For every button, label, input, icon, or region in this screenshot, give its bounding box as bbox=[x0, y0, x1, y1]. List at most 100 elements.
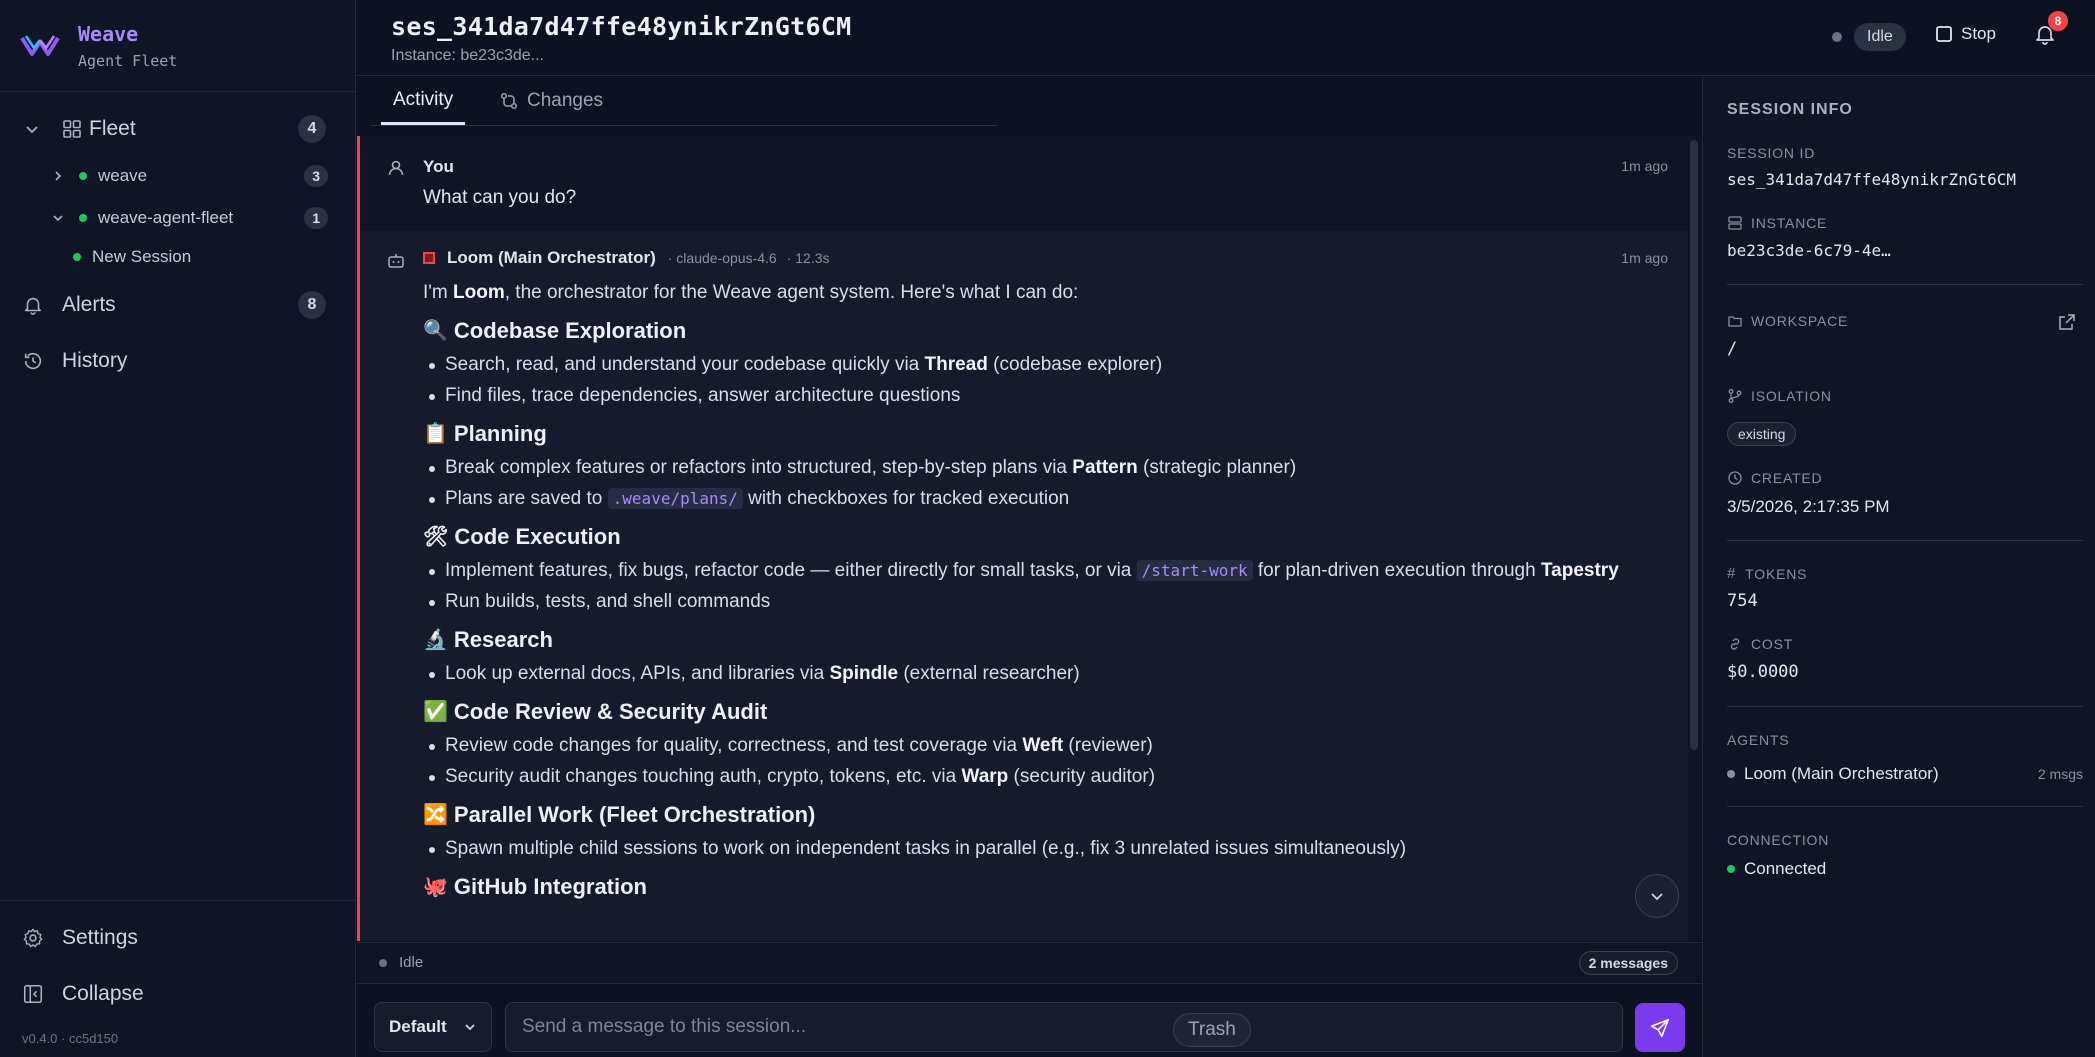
collapse-button[interactable]: Collapse bbox=[0, 979, 356, 1009]
message-input[interactable] bbox=[505, 1002, 1623, 1052]
alerts-label: Alerts bbox=[62, 293, 116, 316]
sidebar-item-history[interactable]: History bbox=[0, 346, 356, 376]
sidebar-item-new-session[interactable]: New Session bbox=[0, 244, 356, 270]
stop-icon bbox=[1936, 26, 1952, 42]
sidebar-item-alerts[interactable]: Alerts 8 bbox=[0, 290, 356, 320]
section-heading: 🐙 GitHub Integration bbox=[423, 874, 647, 899]
settings-label: Settings bbox=[62, 926, 138, 949]
assistant-message: Loom (Main Orchestrator) · claude-opus-4… bbox=[360, 231, 1688, 941]
connection-value: Connected bbox=[1744, 859, 1827, 878]
notification-count-badge: 8 bbox=[2048, 11, 2068, 31]
history-icon bbox=[24, 352, 42, 370]
section-heading: 🔍 Codebase Exploration bbox=[423, 318, 687, 343]
session-tabs: Activity Changes bbox=[357, 77, 1702, 127]
online-dot bbox=[79, 214, 87, 222]
chevron-down-icon bbox=[1651, 893, 1663, 901]
external-link-icon[interactable] bbox=[2057, 312, 2077, 332]
list-item: Implement features, fix bugs, refactor c… bbox=[423, 557, 1673, 585]
weave-logo-icon bbox=[18, 24, 62, 68]
bullet-list: Search, read, and understand your codeba… bbox=[423, 351, 1673, 410]
scroll-to-bottom-button[interactable] bbox=[1635, 874, 1679, 918]
tab-changes[interactable]: Changes bbox=[491, 77, 611, 125]
list-item: Break complex features or refactors into… bbox=[423, 454, 1673, 482]
status-dot bbox=[379, 959, 387, 967]
brand[interactable]: Weave Agent Fleet bbox=[0, 0, 355, 92]
fleet-label: Fleet bbox=[89, 117, 136, 140]
project-label: weave bbox=[98, 166, 148, 185]
new-session-label: New Session bbox=[92, 247, 192, 266]
clock-icon bbox=[1728, 471, 1742, 485]
online-dot bbox=[73, 253, 81, 261]
isolation-label: ISOLATION bbox=[1727, 388, 1832, 404]
tab-label: Changes bbox=[527, 90, 604, 111]
isolation-badge: existing bbox=[1727, 422, 1797, 446]
connection-label: CONNECTION bbox=[1727, 832, 1830, 848]
chevron-down-icon bbox=[465, 1024, 475, 1031]
link-icon bbox=[1730, 638, 1740, 650]
tokens-label: # TOKENS bbox=[1727, 565, 1808, 582]
grid-icon bbox=[63, 120, 81, 138]
list-item: Look up external docs, APIs, and librari… bbox=[423, 660, 1673, 688]
message-body: I'm Loom, the orchestrator for the Weave… bbox=[423, 279, 1673, 907]
list-item: Review code changes for quality, correct… bbox=[423, 732, 1673, 760]
panel-title: SESSION INFO bbox=[1727, 101, 1853, 118]
tab-activity[interactable]: Activity bbox=[381, 77, 466, 125]
agent-dot bbox=[1727, 770, 1735, 778]
agent-msg-count: 2 msgs bbox=[2037, 766, 2083, 782]
sidebar: Weave Agent Fleet Fleet 4 weave 3 weave-… bbox=[0, 0, 356, 1057]
message-author: You bbox=[423, 157, 454, 176]
collapse-label: Collapse bbox=[62, 982, 144, 1005]
sidebar-item-fleet[interactable]: Fleet 4 bbox=[0, 114, 356, 144]
composer: Default bbox=[357, 983, 1702, 1057]
message-time: 1m ago bbox=[1621, 158, 1668, 174]
sidebar-footer bbox=[0, 900, 356, 901]
list-item: Run builds, tests, and shell commands bbox=[423, 588, 1673, 616]
project-label: weave-agent-fleet bbox=[98, 208, 234, 227]
status-badge: Idle bbox=[1854, 23, 1906, 51]
chevron-right-icon[interactable] bbox=[52, 170, 64, 182]
history-label: History bbox=[62, 349, 128, 372]
fleet-count-badge: 4 bbox=[298, 115, 326, 143]
send-icon bbox=[1650, 1018, 1670, 1037]
created-value: 3/5/2026, 2:17:35 PM bbox=[1727, 497, 1890, 516]
settings-button[interactable]: Settings bbox=[0, 923, 356, 953]
created-label: CREATED bbox=[1727, 470, 1822, 486]
sidebar-item-weave[interactable]: weave 3 bbox=[0, 163, 356, 189]
git-compare-icon bbox=[500, 92, 518, 110]
agent-color-square-icon bbox=[423, 252, 435, 264]
agent-select[interactable]: Default bbox=[374, 1002, 492, 1052]
chevron-down-icon[interactable] bbox=[24, 121, 40, 137]
section-heading: 📋 Planning bbox=[423, 421, 547, 446]
send-button[interactable] bbox=[1635, 1003, 1685, 1052]
tokens-value: 754 bbox=[1727, 591, 1758, 611]
session-id-value: ses_341da7d47ffe48ynikrZnGt6CM bbox=[1727, 170, 2016, 189]
user-icon bbox=[388, 160, 404, 176]
server-icon bbox=[1728, 216, 1742, 230]
divider bbox=[1727, 540, 2083, 541]
status-text: Idle bbox=[399, 954, 424, 971]
agent-select-value: Default bbox=[389, 1017, 447, 1036]
trash-tooltip: Trash bbox=[1173, 1013, 1251, 1047]
bot-icon bbox=[388, 254, 404, 268]
list-item: Find files, trace dependencies, answer a… bbox=[423, 382, 1673, 410]
instance-subtitle: Instance: be23c3de... bbox=[391, 47, 544, 64]
intro-text: I'm Loom, the orchestrator for the Weave… bbox=[423, 282, 1079, 303]
project-count-badge: 3 bbox=[304, 165, 328, 187]
folder-icon bbox=[1728, 316, 1742, 327]
sidebar-item-weave-agent-fleet[interactable]: weave-agent-fleet 1 bbox=[0, 205, 356, 231]
agent-row[interactable]: Loom (Main Orchestrator) 2 msgs bbox=[1727, 762, 2083, 786]
message-text: What can you do? bbox=[423, 187, 577, 208]
section-heading: 🔀 Parallel Work (Fleet Orchestration) bbox=[423, 802, 816, 827]
inline-code: .weave/plans/ bbox=[607, 488, 743, 509]
cost-value: $0.0000 bbox=[1727, 662, 1799, 682]
stop-button[interactable]: Stop bbox=[1935, 24, 1996, 44]
status-dot bbox=[1832, 32, 1842, 42]
list-item: Search, read, and understand your codeba… bbox=[423, 351, 1673, 379]
feed-scrollbar[interactable] bbox=[1690, 140, 1698, 750]
tab-label: Activity bbox=[393, 88, 454, 110]
stop-label: Stop bbox=[1961, 24, 1996, 43]
chevron-down-icon[interactable] bbox=[52, 212, 64, 224]
online-dot bbox=[1727, 865, 1735, 873]
activity-feed[interactable]: You 1m ago What can you do? Loom (Main O… bbox=[357, 136, 1702, 941]
gear-icon bbox=[23, 928, 43, 948]
